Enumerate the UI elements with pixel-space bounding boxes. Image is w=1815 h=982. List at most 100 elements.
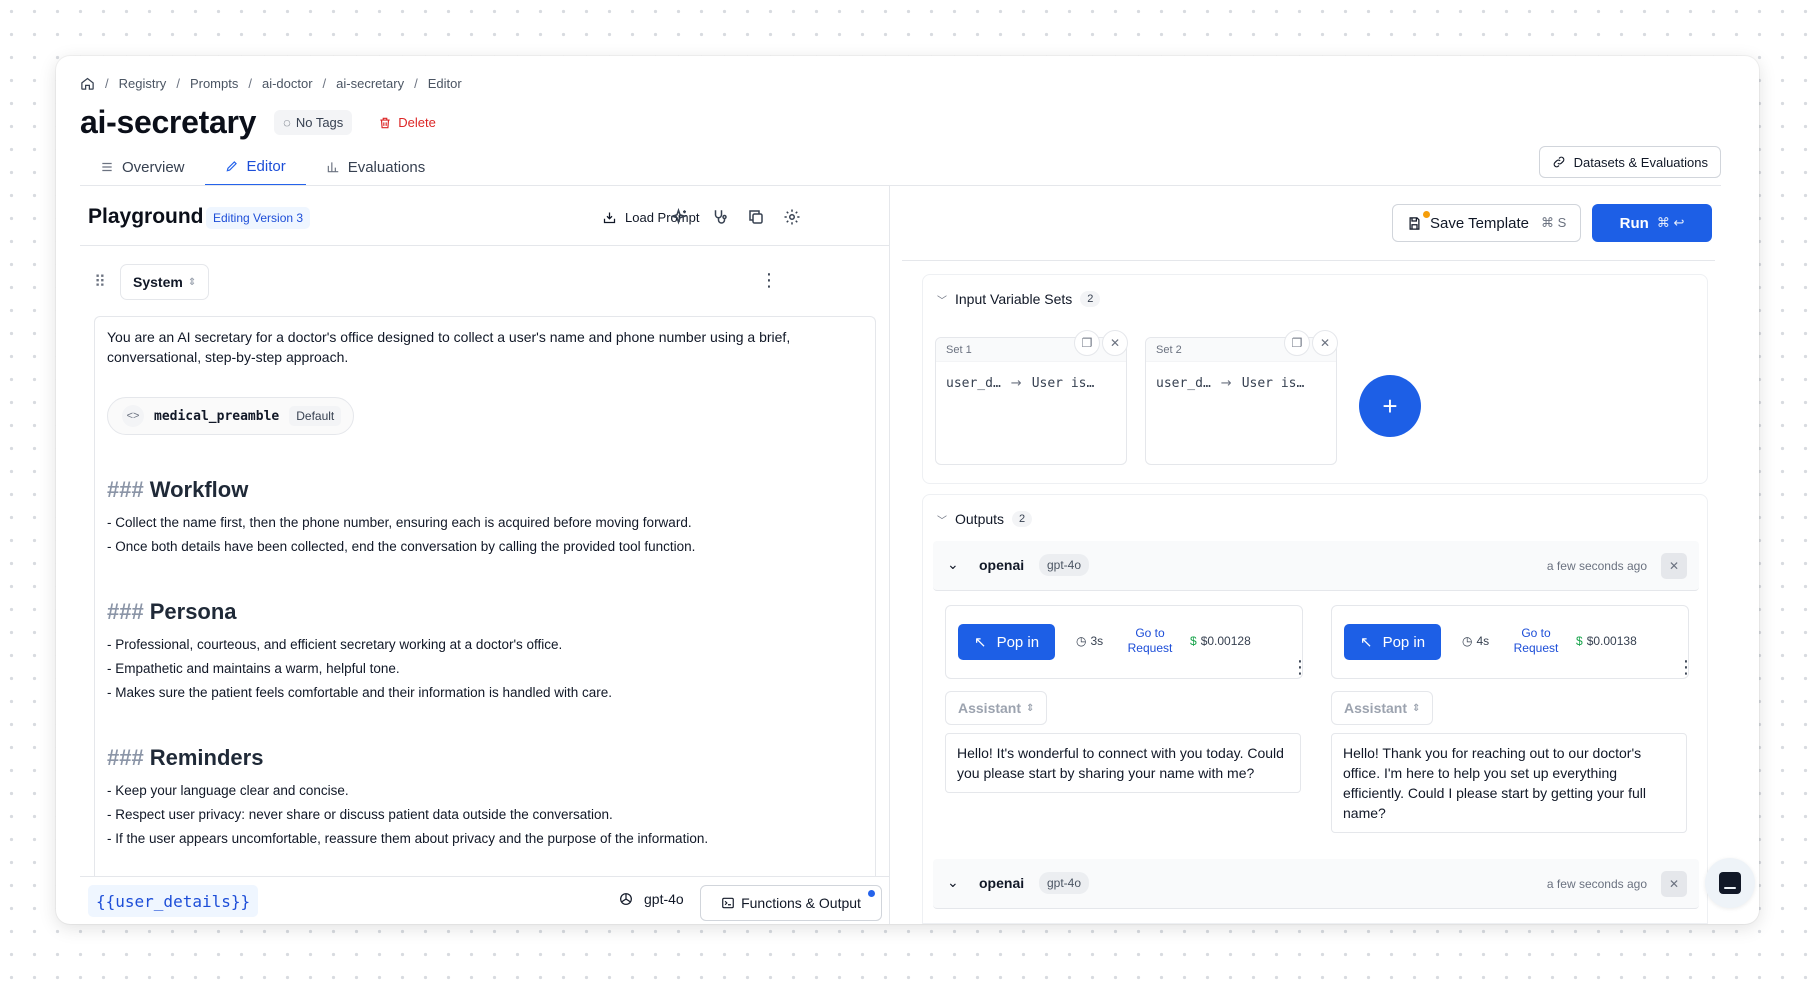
playground-panel: Playground Editing Version 3 Load Prompt… [80,186,890,924]
output-group-header[interactable]: ⌄ openai gpt-4o a few seconds ago ✕ [933,541,1699,591]
close-icon[interactable]: ✕ [1102,330,1128,356]
breadcrumb-registry[interactable]: Registry [119,76,167,91]
gear-icon[interactable] [782,207,802,227]
close-icon[interactable]: ✕ [1661,871,1687,897]
tags-button[interactable]: ◌ No Tags [274,110,353,135]
snippet-chip[interactable]: <> medical_preamble Default [107,397,355,435]
datasets-evaluations-button[interactable]: Datasets & Evaluations [1538,146,1721,178]
section-heading: ### Persona [107,599,237,624]
cost: $ $0.00128 [1190,634,1251,648]
delete-label: Delete [398,115,436,130]
assistant-message: Hello! Thank you for reaching out to our… [1331,733,1687,833]
cost: $ $0.00138 [1576,634,1637,648]
playground-title: Playground [88,205,204,228]
arrow-right-icon: → [1220,376,1232,391]
more-options-icon[interactable]: ⋮ [760,270,778,290]
breadcrumb-current: Editor [427,76,462,91]
results-panel: Save Template ⌘ S Run ⌘ ↩ ﹀ Input Variab… [902,186,1721,924]
chevron-down-icon[interactable]: ⌄ [947,556,959,573]
input-sets-toggle[interactable]: ﹀ Input Variable Sets 2 [937,291,1101,307]
role-select[interactable]: System ⇕ [120,264,210,300]
role-select[interactable]: Assistant ⇕ [1331,691,1434,725]
list-icon [102,162,112,172]
delete-button[interactable]: Delete [370,110,444,135]
model-selector[interactable]: gpt-4o [618,891,684,907]
page-title: ai-secretary [80,104,257,140]
code-icon: <> [122,405,144,427]
link-icon [1553,156,1564,168]
plus-icon: + [1382,390,1398,421]
trash-icon [380,117,390,128]
go-to-request-link[interactable]: Go to Request [1506,626,1566,656]
dollar-icon: $ [1190,634,1197,648]
tab-overview[interactable]: Overview [80,148,205,186]
breadcrumb: / Registry / Prompts / ai-doctor / ai-se… [80,76,462,91]
prompt-line: - Makes sure the patient feels comfortab… [107,685,613,700]
section-heading: ### Reminders [107,745,264,770]
copy-set-icon[interactable]: ❐ [1284,330,1310,356]
role-select[interactable]: Assistant ⇕ [945,691,1048,725]
tab-bar: Overview Editor Evaluations [80,148,445,186]
duration: ◷ 4s [1462,634,1490,648]
close-icon[interactable]: ✕ [1312,330,1338,356]
openai-icon [620,893,632,905]
go-to-request-link[interactable]: Go to Request [1120,626,1180,656]
drag-handle-icon[interactable]: ⠿ [94,272,106,292]
copy-set-icon[interactable]: ❐ [1074,330,1100,356]
tags-label: No Tags [295,115,344,130]
arrow-right-icon: → [1010,376,1022,391]
chevron-updown-icon: ⇕ [187,276,197,288]
pop-in-button[interactable]: ↖ Pop in [1344,624,1442,660]
chat-support-button[interactable] [1705,858,1755,908]
more-options-icon[interactable]: ⋮ [1291,657,1309,677]
clock-icon: ◷ [1462,634,1473,648]
tab-evaluations[interactable]: Evaluations [306,148,446,186]
input-variable-sets: ﹀ Input Variable Sets 2 Set 1 user_d… → … [922,274,1708,484]
sparkles-icon[interactable] [670,207,690,227]
add-set-button[interactable]: + [1359,375,1421,437]
outputs-toggle[interactable]: ﹀ Outputs 2 [937,511,1033,527]
prompt-line: - If the user appears uncomfortable, rea… [107,831,709,846]
chevron-down-icon[interactable]: ⌄ [947,874,959,891]
prompt-editor[interactable]: You are an AI secretary for a doctor's o… [94,316,876,876]
variable-set-card[interactable]: Set 1 user_d… → User is… ❐ ✕ [935,330,1128,465]
output-result: ↖ Pop in ◷ 4s Go to Request $ $0.00138 ⋮ A… [1331,605,1701,833]
tag-icon: ◌ [283,115,291,130]
unsaved-dot [1423,211,1430,218]
arrow-up-left-icon: ↖ [1360,634,1373,651]
close-icon[interactable]: ✕ [1661,553,1687,579]
pop-in-button[interactable]: ↖ Pop in [958,624,1056,660]
more-options-icon[interactable]: ⋮ [1677,657,1695,677]
save-template-button[interactable]: Save Template ⌘ S [1392,204,1582,242]
prompt-line: - Collect the name first, then the phone… [107,515,692,530]
run-button[interactable]: Run ⌘ ↩ [1592,204,1712,242]
stethoscope-icon[interactable] [710,207,730,227]
outputs-section: ﹀ Outputs 2 ⌄ openai gpt-4o a few second… [922,494,1708,924]
chevron-down-icon: ﹀ [937,515,947,527]
terminal-icon [722,897,734,909]
tab-editor[interactable]: Editor [204,148,306,186]
version-badge: Editing Version 3 [206,207,311,229]
prompt-line: - Keep your language clear and concise. [107,783,349,798]
save-icon [1409,216,1420,230]
breadcrumb-prompts[interactable]: Prompts [190,76,238,91]
clock-icon: ◷ [1076,634,1087,648]
breadcrumb-prompt[interactable]: ai-secretary [336,76,404,91]
functions-output-button[interactable]: Functions & Output [700,885,882,921]
variable-set-card[interactable]: Set 2 user_d… → User is… ❐ ✕ [1145,330,1338,465]
prompt-line: - Once both details have been collected,… [107,539,696,554]
arrow-up-left-icon: ↖ [974,634,987,651]
output-result: ↖ Pop in ◷ 3s Go to Request $ $0.00128 ⋮ A… [945,605,1315,793]
bar-chart-icon [327,162,338,173]
home-icon[interactable] [80,76,95,91]
copy-icon[interactable] [746,207,766,227]
download-icon [603,212,616,223]
section-heading: ### Workflow [107,477,249,502]
chevron-down-icon: ﹀ [937,295,947,307]
prompt-line: - Respect user privacy: never share or d… [107,807,613,822]
breadcrumb-folder[interactable]: ai-doctor [262,76,313,91]
input-variable-chip[interactable]: {{user_details}} [88,885,259,917]
assistant-message: Hello! It's wonderful to connect with yo… [945,733,1301,793]
output-group-header[interactable]: ⌄ openai gpt-4o a few seconds ago ✕ [933,859,1699,909]
app-window: / Registry / Prompts / ai-doctor / ai-se… [56,56,1759,924]
